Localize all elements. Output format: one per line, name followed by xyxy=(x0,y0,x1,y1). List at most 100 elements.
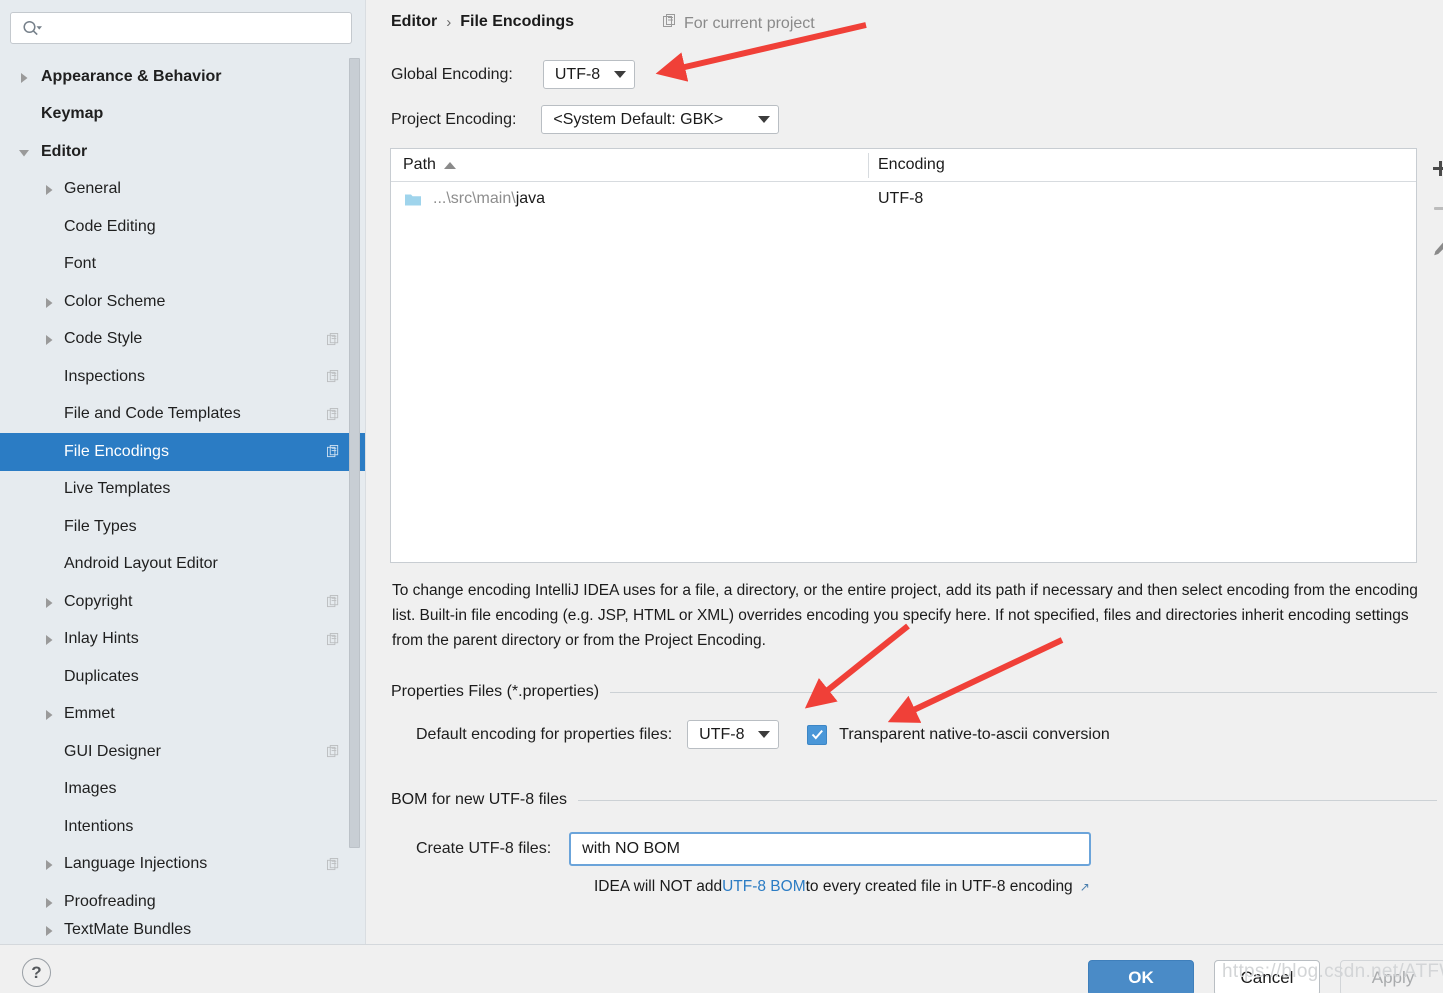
chevron-right-icon[interactable] xyxy=(43,183,55,195)
transparent-conversion-label: Transparent native-to-ascii conversion xyxy=(839,726,1110,744)
properties-files-group-title: Properties Files (*.properties) xyxy=(391,683,599,701)
encodings-table: Path Encoding ...\src\main\java UTF-8 xyxy=(390,148,1417,563)
properties-default-encoding-label: Default encoding for properties files: xyxy=(416,726,672,744)
global-encoding-combo[interactable]: UTF-8 xyxy=(543,60,635,89)
sidebar-item-label: GUI Designer xyxy=(64,743,161,761)
sidebar-item-label: Editor xyxy=(41,143,87,161)
folder-icon xyxy=(405,193,421,206)
sidebar-item-label: Live Templates xyxy=(64,480,170,498)
project-scope-icon xyxy=(327,333,340,346)
help-button[interactable]: ? xyxy=(22,958,51,987)
sidebar-item-label: General xyxy=(64,180,121,198)
search-box[interactable] xyxy=(10,12,352,44)
chevron-right-icon[interactable] xyxy=(43,596,55,608)
chevron-right-icon[interactable] xyxy=(43,633,55,645)
sidebar-item-code-editing[interactable]: Code Editing xyxy=(0,208,366,246)
chevron-right-icon[interactable] xyxy=(43,896,55,908)
properties-files-group-header: Properties Files (*.properties) xyxy=(391,683,1437,701)
apply-button[interactable]: Apply xyxy=(1340,960,1443,993)
sidebar-item-live-templates[interactable]: Live Templates xyxy=(0,471,366,509)
sidebar-item-inlay-hints[interactable]: Inlay Hints xyxy=(0,621,366,659)
sidebar-search-area xyxy=(0,0,366,44)
sidebar-item-label: Color Scheme xyxy=(64,293,165,311)
sidebar-item-code-style[interactable]: Code Style xyxy=(0,321,366,359)
sidebar-item-editor[interactable]: Editor xyxy=(0,133,366,171)
sidebar-item-color-scheme[interactable]: Color Scheme xyxy=(0,283,366,321)
sidebar-item-language-injections[interactable]: Language Injections xyxy=(0,846,366,884)
sidebar-item-label: TextMate Bundles xyxy=(64,921,191,939)
breadcrumb-separator: › xyxy=(446,14,451,31)
sidebar-item-intentions[interactable]: Intentions xyxy=(0,808,366,846)
chevron-down-icon xyxy=(614,71,626,78)
project-scope-icon xyxy=(327,745,340,758)
external-link-icon[interactable]: ↗ xyxy=(1080,880,1090,894)
sidebar-item-inspections[interactable]: Inspections xyxy=(0,358,366,396)
create-utf8-files-combo[interactable]: with NO BOM xyxy=(569,832,1091,866)
settings-dialog: Appearance & BehaviorKeymap Editor General… xyxy=(0,0,1443,993)
project-encoding-combo[interactable]: <System Default: GBK> xyxy=(541,105,779,134)
project-encoding-label: Project Encoding: xyxy=(391,111,516,129)
check-icon xyxy=(811,729,824,740)
sidebar-item-copyright[interactable]: Copyright xyxy=(0,583,366,621)
chevron-right-icon[interactable] xyxy=(43,924,55,936)
properties-default-encoding-combo[interactable]: UTF-8 xyxy=(687,720,779,749)
edit-path-button[interactable] xyxy=(1418,228,1443,268)
group-divider-line xyxy=(610,692,1437,693)
create-utf8-files-row: Create UTF-8 files: with NO BOM xyxy=(416,832,1091,866)
project-encoding-value: <System Default: GBK> xyxy=(553,111,723,129)
chevron-right-icon[interactable] xyxy=(43,333,55,345)
chevron-right-icon[interactable] xyxy=(43,858,55,870)
transparent-conversion-checkbox-row[interactable]: Transparent native-to-ascii conversion xyxy=(807,725,1110,745)
table-row[interactable]: ...\src\main\java UTF-8 xyxy=(391,182,1416,218)
sidebar-item-label: File Types xyxy=(64,518,137,536)
breadcrumb-item-editor[interactable]: Editor xyxy=(391,13,437,31)
remove-path-button[interactable] xyxy=(1418,188,1443,228)
sidebar-item-file-types[interactable]: File Types xyxy=(0,508,366,546)
global-encoding-value: UTF-8 xyxy=(555,66,600,84)
sort-ascending-icon xyxy=(444,162,456,169)
for-current-project-label: For current project xyxy=(663,14,815,33)
global-encoding-row: Global Encoding: UTF-8 xyxy=(391,60,635,89)
scrollbar-thumb[interactable] xyxy=(349,58,360,848)
column-header-path[interactable]: Path xyxy=(403,156,456,174)
copy-settings-icon xyxy=(663,14,677,33)
add-path-button[interactable] xyxy=(1418,148,1443,188)
table-cell-path: ...\src\main\java xyxy=(405,190,545,208)
sidebar-item-android-layout-editor[interactable]: Android Layout Editor xyxy=(0,546,366,584)
sidebar-scrollbar[interactable] xyxy=(349,58,360,848)
sidebar-item-images[interactable]: Images xyxy=(0,771,366,809)
sidebar-item-duplicates[interactable]: Duplicates xyxy=(0,658,366,696)
sidebar-item-general[interactable]: General xyxy=(0,171,366,209)
sidebar-item-keymap[interactable]: Keymap xyxy=(0,96,366,134)
cancel-button[interactable]: Cancel xyxy=(1214,960,1320,993)
chevron-right-icon[interactable] xyxy=(43,708,55,720)
column-header-encoding[interactable]: Encoding xyxy=(878,156,945,174)
settings-sidebar: Appearance & BehaviorKeymap Editor General… xyxy=(0,0,366,944)
chevron-down-icon[interactable] xyxy=(18,146,30,158)
sidebar-item-label: Language Injections xyxy=(64,855,207,873)
ok-button[interactable]: OK xyxy=(1088,960,1194,993)
sidebar-item-file-encodings[interactable]: File Encodings xyxy=(0,433,366,471)
sidebar-item-emmet[interactable]: Emmet xyxy=(0,696,366,734)
chevron-right-icon[interactable] xyxy=(18,71,30,83)
sidebar-item-font[interactable]: Font xyxy=(0,246,366,284)
sidebar-item-gui-designer[interactable]: GUI Designer xyxy=(0,733,366,771)
for-current-project-text: For current project xyxy=(684,15,815,33)
sidebar-item-appearance-behavior[interactable]: Appearance & Behavior xyxy=(0,58,366,96)
search-input[interactable] xyxy=(49,13,345,43)
bom-note-prefix: IDEA will NOT add xyxy=(594,878,722,896)
create-utf8-files-value: with NO BOM xyxy=(582,840,680,858)
column-divider[interactable] xyxy=(868,153,869,178)
utf8-bom-link[interactable]: UTF-8 BOM xyxy=(722,878,806,896)
project-encoding-row: Project Encoding: <System Default: GBK> xyxy=(391,105,779,134)
chevron-right-icon[interactable] xyxy=(43,296,55,308)
table-cell-encoding[interactable]: UTF-8 xyxy=(878,190,923,208)
chevron-down-icon xyxy=(758,731,770,738)
transparent-conversion-checkbox[interactable] xyxy=(807,725,827,745)
sidebar-item-textmate-bundles[interactable]: TextMate Bundles xyxy=(0,921,366,939)
project-scope-icon xyxy=(327,370,340,383)
sidebar-item-proofreading[interactable]: Proofreading xyxy=(0,883,366,921)
create-utf8-files-label: Create UTF-8 files: xyxy=(416,840,551,858)
sidebar-item-file-and-code-templates[interactable]: File and Code Templates xyxy=(0,396,366,434)
sidebar-item-label: Emmet xyxy=(64,705,115,723)
